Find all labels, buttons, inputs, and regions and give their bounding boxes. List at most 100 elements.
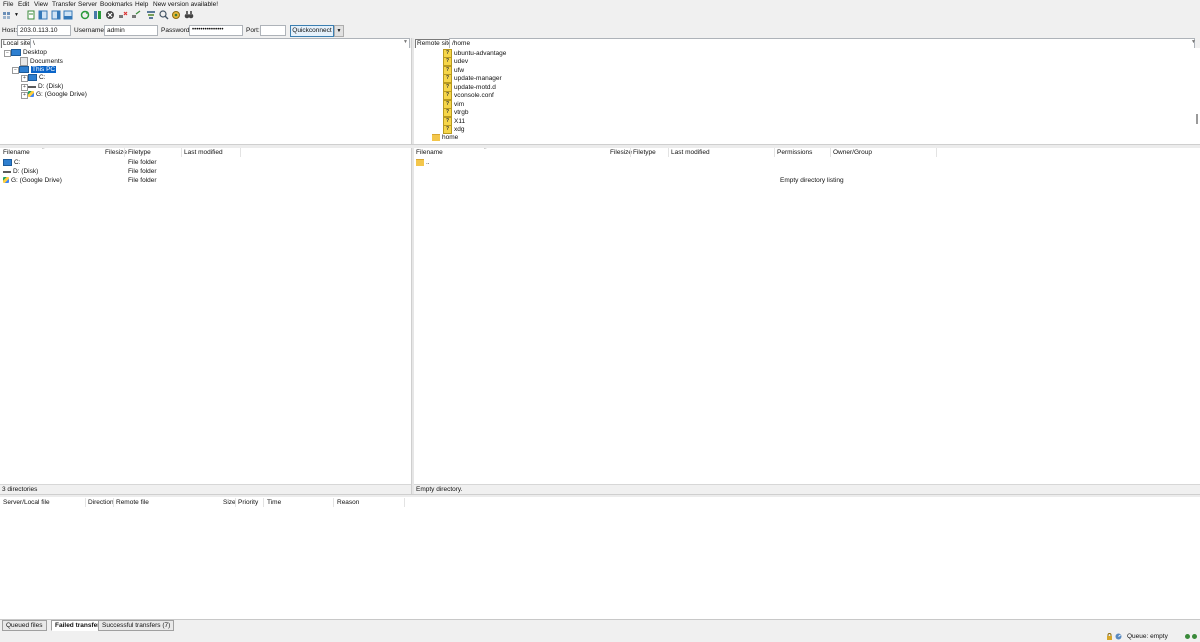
queue-col-remote-file[interactable]: Remote file (116, 499, 149, 507)
column-divider[interactable] (333, 498, 334, 507)
remote-col-last-modified[interactable]: Last modified (671, 149, 710, 157)
remote-file-list: ^ Filename Filesize Filetype Last modifi… (414, 148, 1200, 484)
reconnect-icon[interactable] (131, 10, 141, 20)
column-divider[interactable] (830, 148, 831, 157)
menu-bookmarks[interactable]: Bookmarks (100, 1, 133, 8)
queue-col-direction[interactable]: Direction (88, 499, 114, 507)
collapse-icon[interactable]: − (4, 50, 11, 57)
directory-listing-filters-icon[interactable] (146, 10, 156, 20)
tree-item-vtrgb[interactable]: ? vtrgb (443, 108, 468, 117)
column-divider[interactable] (181, 148, 182, 157)
host-input[interactable]: 203.0.113.10 (17, 25, 71, 36)
port-input[interactable] (260, 25, 286, 36)
menu-view[interactable]: View (34, 1, 48, 8)
tree-item-ubuntu-advantage[interactable]: ? ubuntu-advantage (443, 49, 506, 58)
menu-help[interactable]: Help (135, 1, 148, 8)
chevron-down-icon[interactable]: ▼ (1191, 39, 1196, 45)
column-divider[interactable] (240, 148, 241, 157)
local-col-last-modified[interactable]: Last modified (184, 149, 223, 157)
column-divider[interactable] (263, 498, 264, 507)
disconnect-icon[interactable] (118, 10, 128, 20)
column-divider[interactable] (630, 148, 631, 157)
list-item[interactable]: C: File folder (3, 158, 403, 167)
tree-item-vconsole[interactable]: ? vconsole.conf (443, 91, 494, 100)
menu-edit[interactable]: Edit (18, 1, 29, 8)
remote-site-bar: Remote site: /home ▼ (414, 38, 1200, 49)
binoculars-icon[interactable] (184, 10, 194, 20)
tree-item-g[interactable]: G: (Google Drive) (28, 91, 87, 99)
tree-item-vim[interactable]: ? vim (443, 100, 464, 109)
remote-col-owner-group[interactable]: Owner/Group (833, 149, 872, 157)
parent-directory-row[interactable]: .. (416, 158, 430, 167)
tree-item-update-motd[interactable]: ? update-motd.d (443, 83, 496, 92)
menu-file[interactable]: File (3, 1, 13, 8)
expand-icon[interactable]: + (21, 84, 28, 91)
column-divider[interactable] (936, 148, 937, 157)
column-divider[interactable] (774, 148, 775, 157)
tab-queued-files[interactable]: Queued files (2, 620, 47, 631)
local-col-filename[interactable]: Filename (3, 149, 30, 157)
speed-limits-icon[interactable] (1115, 633, 1122, 640)
tree-item-xdg[interactable]: ? xdg (443, 125, 464, 134)
queue-col-size[interactable]: Size (223, 499, 236, 507)
sync-browsing-icon[interactable] (171, 10, 181, 20)
chevron-down-icon[interactable]: ▼ (14, 12, 19, 18)
drive-icon (3, 171, 11, 174)
column-divider[interactable] (85, 498, 86, 507)
tree-item-home[interactable]: home (432, 134, 458, 142)
queue-col-priority[interactable]: Priority (238, 499, 258, 507)
expand-icon[interactable]: + (21, 75, 28, 82)
quickconnect-button[interactable]: Quickconnect (290, 25, 334, 37)
collapse-icon[interactable]: − (12, 67, 19, 74)
remote-tree: ? ubuntu-advantage ? udev ? ufw ? update-man… (414, 48, 1200, 144)
tab-successful-transfers[interactable]: Successful transfers (7) (98, 620, 175, 631)
column-divider[interactable] (668, 148, 669, 157)
menu-transfer[interactable]: Transfer (52, 1, 76, 8)
password-input[interactable]: ••••••••••••••• (189, 25, 243, 36)
remote-col-filename[interactable]: Filename (416, 149, 443, 157)
password-label: Password: (161, 27, 192, 34)
remote-col-filetype[interactable]: Filetype (633, 149, 656, 157)
message-log-icon[interactable] (26, 10, 36, 20)
menu-server[interactable]: Server (78, 1, 97, 8)
queue-col-reason[interactable]: Reason (337, 499, 359, 507)
list-item[interactable]: G: (Google Drive) File folder (3, 176, 403, 185)
tree-item-desktop[interactable]: Desktop (11, 49, 47, 57)
column-divider[interactable] (404, 498, 405, 507)
remote-col-permissions[interactable]: Permissions (777, 149, 812, 157)
column-divider[interactable] (235, 498, 236, 507)
quickconnect-dropdown[interactable]: ▼ (334, 25, 344, 37)
remote-tree-scrollbar[interactable] (1196, 114, 1198, 124)
local-tree-icon[interactable] (38, 10, 48, 20)
folder-icon (432, 134, 440, 141)
remote-col-filesize[interactable]: Filesize (610, 149, 632, 157)
remote-tree-icon[interactable] (51, 10, 61, 20)
list-item[interactable]: D: (Disk) File folder (3, 167, 403, 176)
local-col-filetype[interactable]: Filetype (128, 149, 151, 157)
compare-icon[interactable] (159, 10, 169, 20)
tree-item-x11[interactable]: ? X11 (443, 117, 465, 126)
transfer-queue-icon[interactable] (63, 10, 73, 20)
column-divider[interactable] (124, 148, 125, 157)
tree-item-c[interactable]: C: (28, 74, 46, 82)
expand-icon[interactable]: + (21, 92, 28, 99)
username-input[interactable]: admin (104, 25, 158, 36)
tree-item-this-pc[interactable]: This PC (19, 66, 57, 74)
drive-icon (3, 158, 12, 166)
site-manager-icon[interactable] (2, 10, 12, 20)
tree-item-d[interactable]: D: (Disk) (28, 83, 63, 91)
chevron-down-icon[interactable]: ▼ (403, 39, 408, 45)
queue-col-time[interactable]: Time (267, 499, 281, 507)
process-queue-icon[interactable] (93, 10, 103, 20)
tree-item-update-manager[interactable]: ? update-manager (443, 74, 502, 83)
column-divider[interactable] (113, 498, 114, 507)
cancel-icon[interactable] (105, 10, 115, 20)
computer-icon (19, 66, 29, 73)
tree-item-documents[interactable]: Documents (20, 57, 63, 66)
menu-new-version[interactable]: New version available! (153, 1, 218, 8)
queue-col-server-local-file[interactable]: Server/Local file (3, 499, 50, 507)
tree-item-udev[interactable]: ? udev (443, 57, 468, 66)
lock-icon (1107, 633, 1112, 640)
refresh-icon[interactable] (80, 10, 90, 20)
tree-item-ufw[interactable]: ? ufw (443, 66, 464, 75)
